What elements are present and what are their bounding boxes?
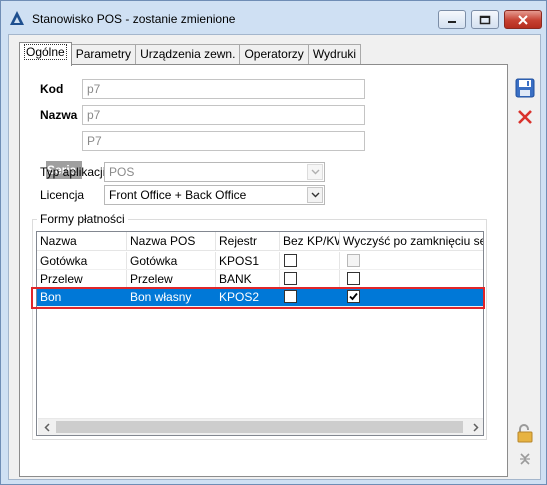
scroll-right-button[interactable] bbox=[467, 419, 483, 435]
licencja-select[interactable]: Front Office + Back Office bbox=[104, 185, 325, 205]
tab-ogolne[interactable]: Ogólne bbox=[19, 42, 72, 66]
cell-wyczysc bbox=[340, 288, 483, 306]
bez-kp-kw-checkbox[interactable] bbox=[284, 254, 297, 267]
column-header-rejestr[interactable]: Rejestr bbox=[216, 232, 280, 250]
dropdown-button[interactable] bbox=[307, 164, 323, 180]
maximize-button[interactable] bbox=[471, 10, 499, 29]
window-title: Stanowisko POS - zostanie zmienione bbox=[32, 12, 236, 26]
licencja-value: Front Office + Back Office bbox=[109, 188, 247, 202]
kod-label: Kod bbox=[40, 82, 64, 96]
chevron-down-icon bbox=[311, 192, 319, 198]
column-header-bez-kp-kw[interactable]: Bez KP/KW bbox=[280, 232, 340, 250]
cell-nazwa: Gotówka bbox=[37, 252, 127, 269]
collapse-button[interactable] bbox=[514, 448, 536, 470]
cell-wyczysc bbox=[340, 270, 483, 287]
tab-urzadzenia[interactable]: Urządzenia zewn. bbox=[135, 44, 241, 65]
cell-nazwa: Przelew bbox=[37, 270, 127, 287]
maximize-icon bbox=[479, 15, 491, 24]
cell-bez-kp-kw bbox=[280, 252, 340, 269]
nazwa-label: Nazwa bbox=[40, 108, 78, 122]
column-header-nazwa[interactable]: Nazwa bbox=[37, 232, 127, 250]
cell-rejestr: KPOS1 bbox=[216, 252, 280, 269]
collapse-icon bbox=[520, 453, 530, 465]
cell-rejestr: KPOS2 bbox=[216, 288, 280, 306]
column-header-nazwa-pos[interactable]: Nazwa POS bbox=[127, 232, 216, 250]
wyczysc-checkbox[interactable] bbox=[347, 272, 360, 285]
kod-field[interactable]: p7 bbox=[82, 79, 365, 99]
minimize-button[interactable] bbox=[438, 10, 466, 29]
typ-aplikacji-value: POS bbox=[109, 165, 135, 179]
wyczysc-checkbox[interactable] bbox=[347, 254, 360, 267]
scroll-thumb[interactable] bbox=[56, 421, 463, 433]
typ-aplikacji-label: Typ aplikacji bbox=[40, 165, 106, 179]
cell-wyczysc bbox=[340, 252, 483, 269]
cell-rejestr: BANK bbox=[216, 270, 280, 287]
pos-station-window: Stanowisko POS - zostanie zmienione Ogól… bbox=[0, 0, 547, 485]
column-header-wyczysc[interactable]: Wyczyść po zamknięciu sesji bbox=[340, 232, 483, 250]
payment-forms-grid[interactable]: Nazwa Nazwa POS Rejestr Bez KP/KW Wyczyś… bbox=[36, 231, 484, 436]
scroll-left-button[interactable] bbox=[38, 419, 55, 435]
cell-nazwa-pos: Gotówka bbox=[127, 252, 216, 269]
table-row[interactable]: Gotówka Gotówka KPOS1 bbox=[37, 252, 483, 270]
checkmark-icon bbox=[349, 292, 358, 301]
cell-nazwa: Bon bbox=[37, 288, 127, 306]
close-icon bbox=[518, 14, 528, 25]
cell-bez-kp-kw bbox=[280, 270, 340, 287]
lock-icon bbox=[517, 424, 533, 443]
nazwa-field[interactable]: p7 bbox=[82, 105, 365, 125]
bez-kp-kw-checkbox[interactable] bbox=[284, 272, 297, 285]
general-tab-panel: Kod p7 Nazwa p7 Seria P7 Typ aplikacji P… bbox=[19, 64, 508, 477]
cancel-button[interactable] bbox=[514, 106, 536, 128]
chevron-right-icon bbox=[472, 423, 479, 432]
typ-aplikacji-select[interactable]: POS bbox=[104, 162, 325, 182]
save-icon bbox=[515, 78, 535, 98]
save-button[interactable] bbox=[514, 77, 536, 99]
cell-nazwa-pos: Bon własny bbox=[127, 288, 216, 306]
dialog-content: Ogólne Parametry Urządzenia zewn. Operat… bbox=[8, 34, 541, 480]
tab-label: Ogólne bbox=[24, 44, 67, 60]
tab-strip: Ogólne Parametry Urządzenia zewn. Operat… bbox=[19, 42, 362, 66]
close-button[interactable] bbox=[504, 10, 542, 29]
horizontal-scrollbar[interactable] bbox=[38, 418, 483, 435]
chevron-down-icon bbox=[311, 169, 319, 175]
licencja-label: Licencja bbox=[40, 188, 85, 202]
lock-button[interactable] bbox=[514, 422, 536, 444]
payment-forms-title: Formy płatności bbox=[37, 212, 128, 226]
dropdown-button[interactable] bbox=[307, 187, 323, 203]
chevron-left-icon bbox=[43, 423, 50, 432]
seria-field[interactable]: P7 bbox=[82, 131, 365, 151]
table-row-selected[interactable]: Bon Bon własny KPOS2 bbox=[37, 288, 483, 307]
bez-kp-kw-checkbox[interactable] bbox=[284, 290, 297, 303]
title-bar: Stanowisko POS - zostanie zmienione bbox=[1, 1, 546, 35]
comarch-icon bbox=[10, 11, 24, 25]
minimize-icon bbox=[448, 20, 456, 23]
tab-wydruki[interactable]: Wydruki bbox=[307, 44, 362, 65]
cell-nazwa-pos: Przelew bbox=[127, 270, 216, 287]
table-row[interactable]: Przelew Przelew BANK bbox=[37, 270, 483, 288]
tab-parametry[interactable]: Parametry bbox=[70, 44, 137, 65]
wyczysc-checkbox[interactable] bbox=[347, 290, 360, 303]
grid-header: Nazwa Nazwa POS Rejestr Bez KP/KW Wyczyś… bbox=[37, 232, 483, 251]
cell-bez-kp-kw bbox=[280, 288, 340, 306]
cancel-icon bbox=[518, 110, 532, 124]
tab-operatorzy[interactable]: Operatorzy bbox=[239, 44, 309, 65]
